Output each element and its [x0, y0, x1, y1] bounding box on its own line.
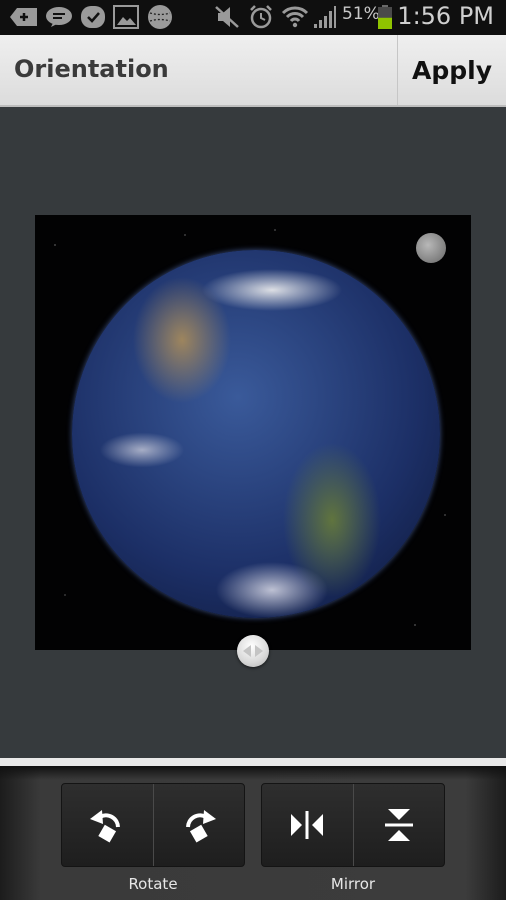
left-right-handle-icon — [243, 645, 263, 657]
flip-vertical-icon — [384, 809, 413, 841]
left-right-handle[interactable] — [237, 635, 269, 667]
apply-button[interactable]: Apply — [397, 35, 506, 105]
moon — [416, 233, 446, 263]
flip-horizontal-button[interactable] — [262, 784, 353, 866]
alarm-icon — [248, 5, 274, 29]
mute-icon — [214, 5, 240, 29]
task-check-icon — [79, 5, 107, 29]
chat-icon — [44, 5, 74, 29]
action-bar: Orientation Apply — [0, 35, 506, 107]
battery-percent: 51% — [342, 4, 380, 24]
baseball-icon — [147, 5, 173, 29]
add-icon — [8, 5, 40, 29]
rotate-left-icon — [90, 810, 121, 843]
rotate-right-button[interactable] — [152, 784, 245, 866]
signal-icon — [313, 5, 337, 29]
status-bar: 51% 1:56 PM — [0, 0, 506, 35]
flip-vertical-button[interactable] — [352, 784, 445, 866]
earth-photo — [35, 215, 471, 650]
page-title: Orientation — [14, 55, 169, 83]
earth-globe — [72, 250, 440, 618]
rotate-left-button[interactable] — [62, 784, 153, 866]
divider — [0, 758, 506, 766]
bottom-toolbar: Rotate Mirror — [0, 766, 506, 900]
mirror-group — [261, 783, 445, 867]
wifi-icon — [281, 5, 309, 29]
flip-horizontal-icon — [291, 811, 324, 839]
battery-icon — [377, 5, 393, 29]
mirror-label: Mirror — [330, 875, 376, 893]
rotate-right-icon — [185, 810, 216, 843]
rotate-label: Rotate — [128, 875, 178, 893]
gallery-icon — [113, 5, 139, 29]
rotate-group — [61, 783, 245, 867]
clock: 1:56 PM — [397, 2, 494, 30]
